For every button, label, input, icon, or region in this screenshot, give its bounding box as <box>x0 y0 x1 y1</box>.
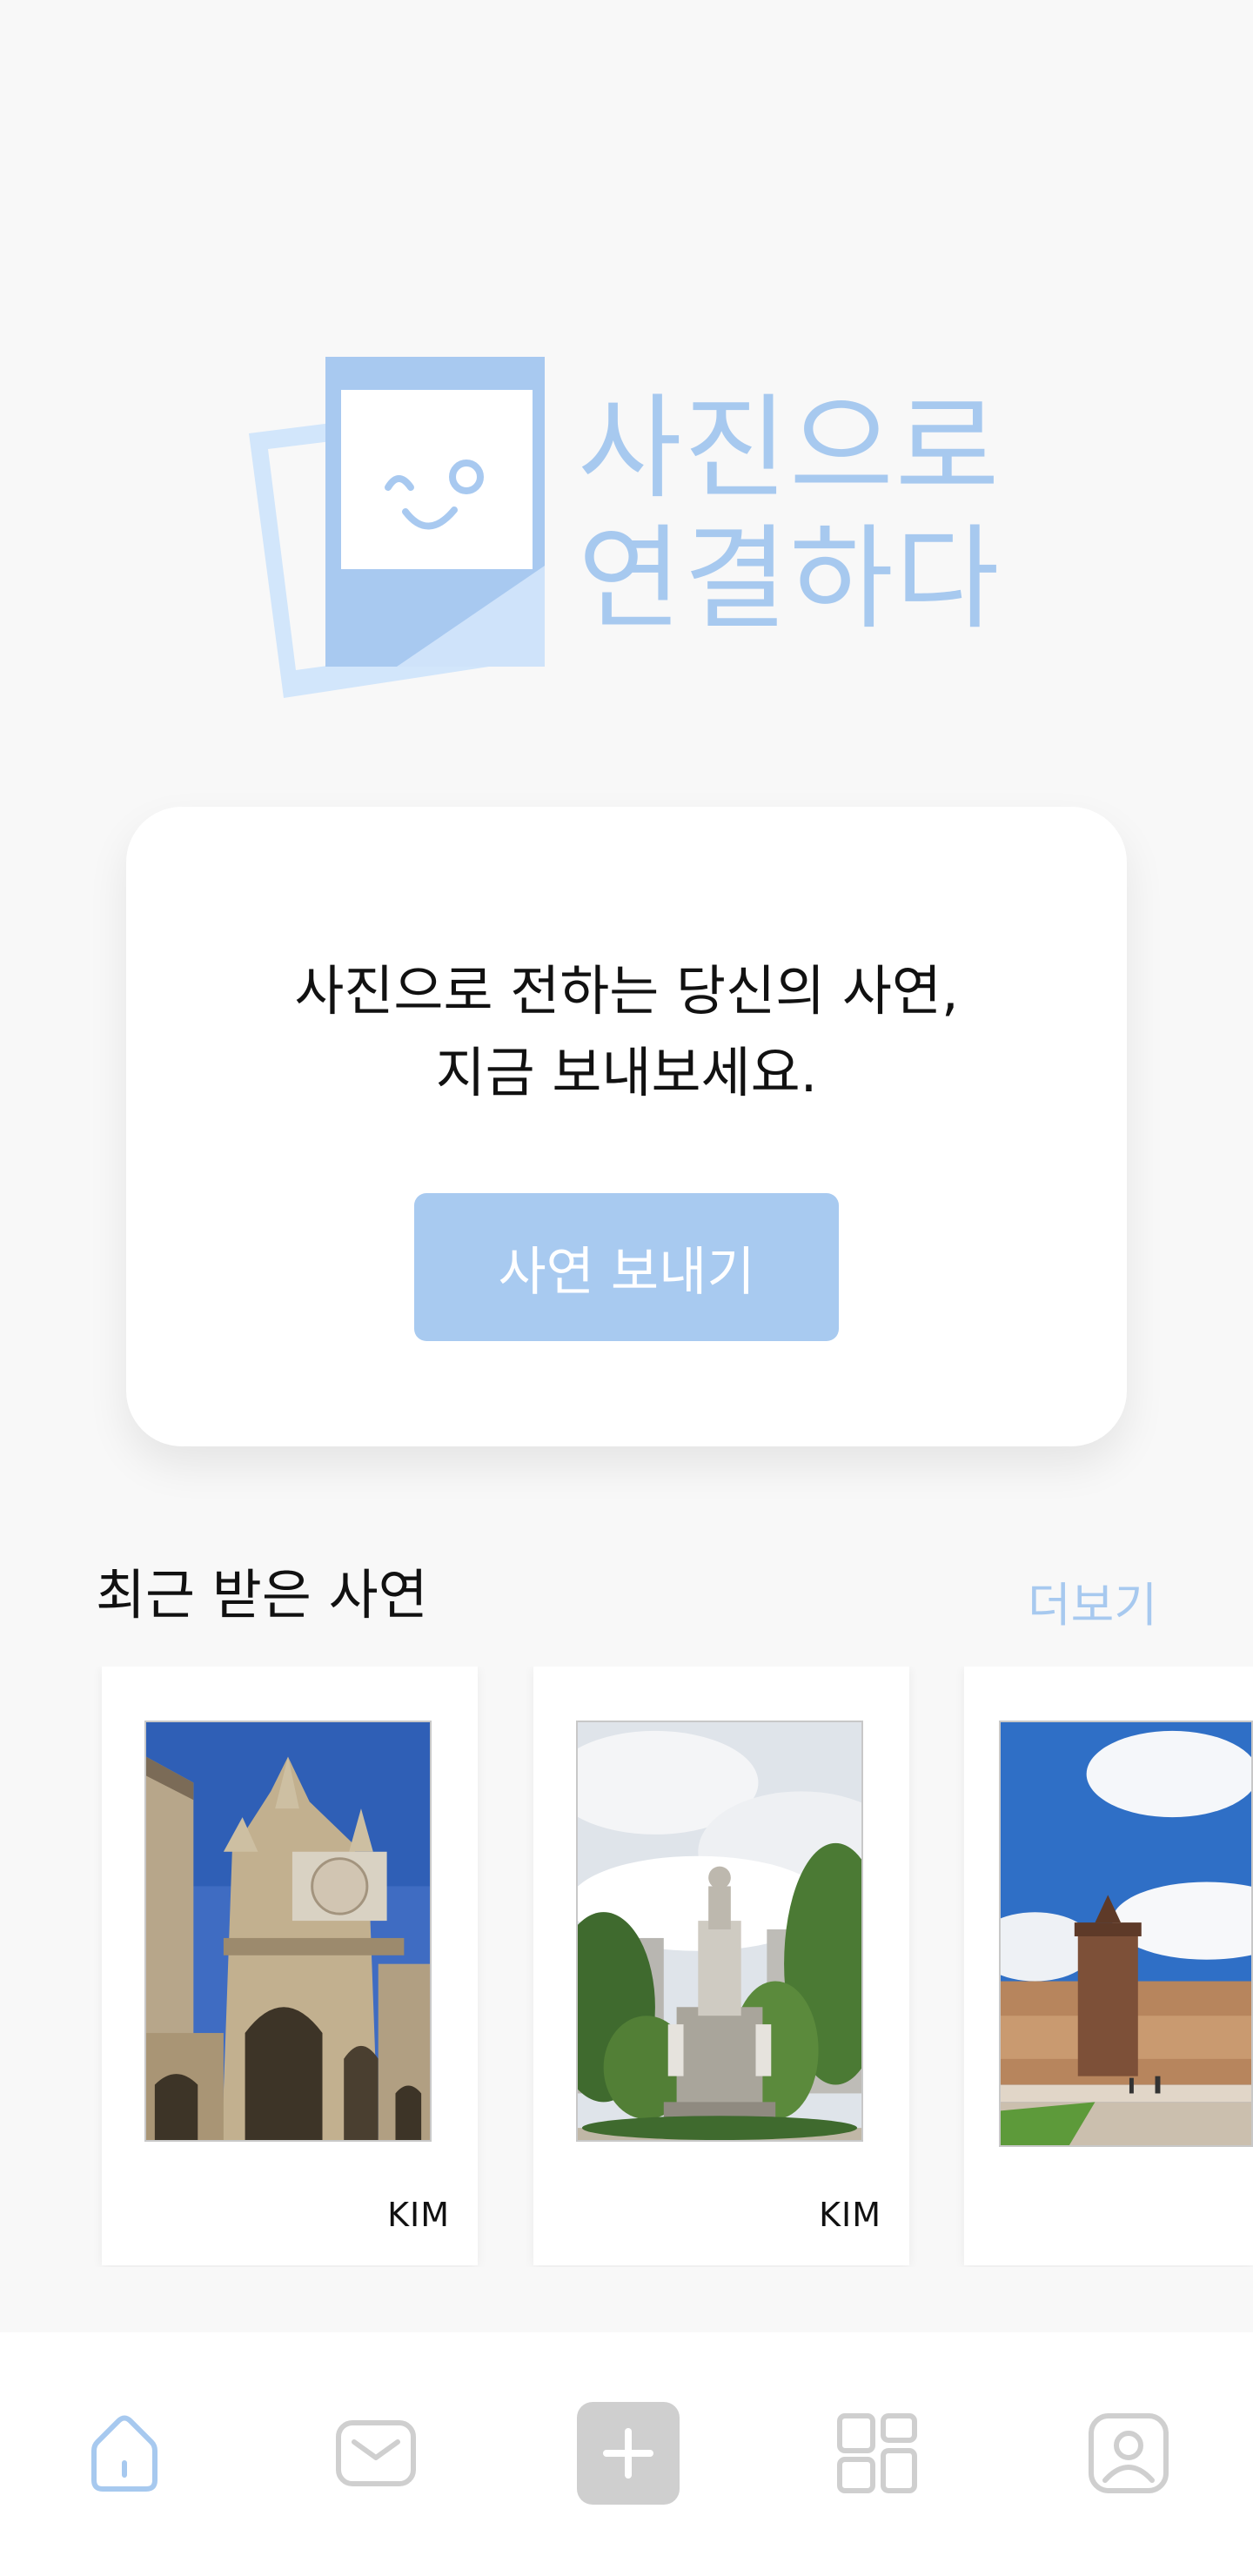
story-photo <box>999 1721 1253 2147</box>
send-story-button[interactable]: 사연 보내기 <box>414 1193 839 1341</box>
story-card[interactable]: KIM <box>102 1667 478 2265</box>
logo-line-1: 사진으로 <box>578 382 1002 514</box>
logo-line-2: 연결하다 <box>578 513 1002 645</box>
story-card[interactable]: KIM <box>533 1667 909 2265</box>
logo-wordmark: 사진으로 연결하다 <box>578 382 1002 645</box>
recent-stories-title: 최근 받은 사연 <box>96 1563 428 1627</box>
photo-smile-logo-icon <box>249 357 545 714</box>
mail-icon <box>336 2420 416 2486</box>
story-sender: KIM <box>387 2196 450 2234</box>
nav-inbox-button[interactable] <box>328 2405 424 2501</box>
card-message: 사진으로 전하는 당신의 사연, 지금 보내보세요. <box>126 950 1127 1114</box>
story-sender: KIM <box>819 2196 881 2234</box>
app-logo: 사진으로 연결하다 <box>249 357 999 714</box>
nav-profile-button[interactable] <box>1081 2405 1176 2501</box>
send-story-card: 사진으로 전하는 당신의 사연, 지금 보내보세요. 사연 보내기 <box>126 807 1127 1446</box>
nav-add-button[interactable] <box>577 2402 680 2505</box>
nav-home-button[interactable] <box>77 2405 172 2501</box>
home-icon <box>91 2415 157 2492</box>
nav-gallery-button[interactable] <box>829 2405 925 2501</box>
recent-stories-list: KIM KIM <box>0 1667 1253 2267</box>
bottom-navigation <box>0 2332 1253 2576</box>
grid-icon <box>837 2413 917 2493</box>
story-photo <box>144 1721 432 2142</box>
story-photo <box>576 1721 863 2142</box>
story-card[interactable] <box>964 1667 1253 2265</box>
card-message-line-2: 지금 보내보세요. <box>435 1041 818 1104</box>
see-more-link[interactable]: 더보기 <box>1028 1566 1157 1635</box>
card-message-line-1: 사진으로 전하는 당신의 사연, <box>294 959 959 1023</box>
add-icon <box>577 2402 680 2505</box>
profile-icon <box>1089 2413 1169 2493</box>
